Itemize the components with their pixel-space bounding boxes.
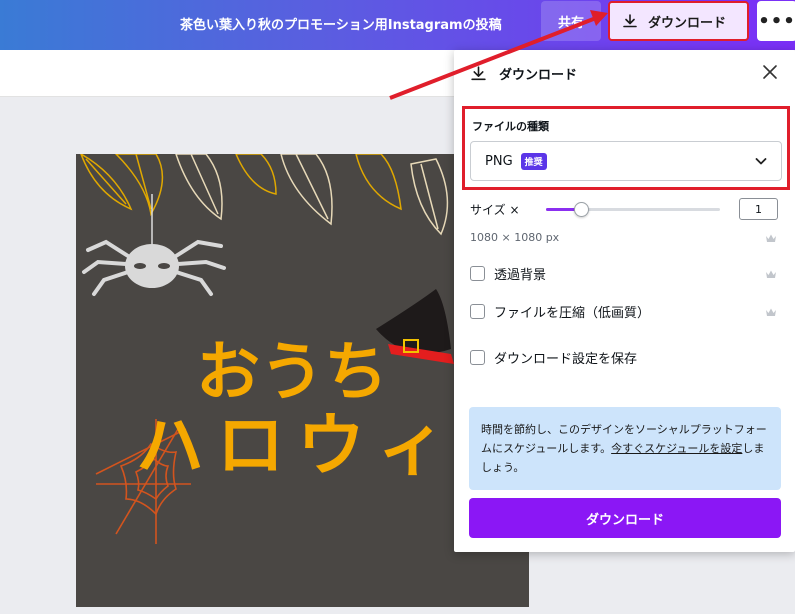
compress-file-checkbox[interactable] <box>470 303 485 319</box>
crown-icon <box>766 234 776 242</box>
size-slider-handle[interactable] <box>573 202 589 217</box>
download-button[interactable]: ダウンロード <box>469 498 781 538</box>
schedule-link[interactable]: 今すぐスケジュールを設定 <box>611 442 742 455</box>
size-slider[interactable] <box>546 202 720 217</box>
top-bar: 茶色い葉入り秋のプロモーション用Instagramの投稿 共有 ダウンロード •… <box>0 0 795 50</box>
transparent-background-checkbox[interactable] <box>470 265 485 281</box>
download-panel: ダウンロード ファイルの種類 PNG 推奨 サイズ × 1 1080 × 108… <box>454 50 795 552</box>
panel-title: ダウンロード <box>499 68 578 83</box>
size-input[interactable]: 1 <box>739 198 778 220</box>
file-type-section: ファイルの種類 PNG 推奨 <box>462 106 790 190</box>
more-button[interactable]: ••• <box>757 1 795 41</box>
file-type-value: PNG <box>485 153 513 169</box>
more-icon: ••• <box>758 10 795 32</box>
option-label: ファイルを圧縮（低画質） <box>494 305 651 321</box>
option-save-settings[interactable]: ダウンロード設定を保存 <box>470 347 637 367</box>
chevron-down-icon <box>755 158 767 165</box>
download-icon <box>471 66 486 81</box>
file-type-select[interactable]: PNG 推奨 <box>470 141 782 181</box>
panel-header: ダウンロード <box>454 50 795 97</box>
schedule-info-box: 時間を節約し、このデザインをソーシャルプラットフォームにスケジュールします。今す… <box>469 407 781 490</box>
save-settings-checkbox[interactable] <box>470 349 485 365</box>
design-title-line-1: おうち <box>196 336 388 410</box>
recommended-badge: 推奨 <box>520 152 547 170</box>
option-label: ダウンロード設定を保存 <box>494 351 638 367</box>
close-icon[interactable] <box>761 63 779 81</box>
option-transparent-background[interactable]: 透過背景 <box>470 263 546 283</box>
dimensions-text: 1080 × 1080 px <box>470 231 560 244</box>
download-top-button[interactable]: ダウンロード <box>608 1 749 41</box>
size-label: サイズ × <box>470 203 520 217</box>
crown-icon <box>766 308 776 316</box>
size-row: サイズ × 1 <box>470 198 780 220</box>
crown-icon <box>766 270 776 278</box>
download-top-label: ダウンロード <box>648 15 727 31</box>
document-title[interactable]: 茶色い葉入り秋のプロモーション用Instagramの投稿 <box>180 14 502 33</box>
file-type-label: ファイルの種類 <box>472 120 549 133</box>
option-label: 透過背景 <box>494 267 547 283</box>
share-button[interactable]: 共有 <box>541 1 601 41</box>
download-icon <box>623 14 637 28</box>
option-compress-file[interactable]: ファイルを圧縮（低画質） <box>470 301 650 321</box>
